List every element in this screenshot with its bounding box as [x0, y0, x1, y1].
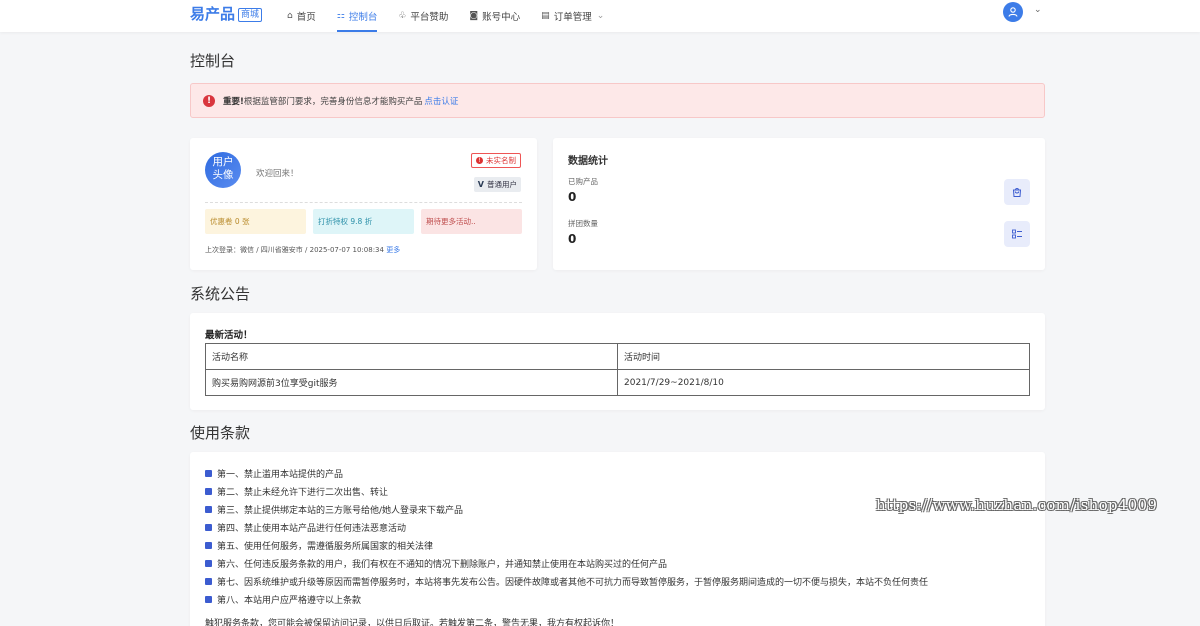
- watermark: https://www.huzhan.com/ishop4009: [876, 496, 1158, 514]
- list-item: 第六、任何违反服务条款的用户，我们有权在不通知的情况下删除账户，并通知禁止使用在…: [205, 557, 667, 570]
- notice-heading: 最新活动！: [205, 330, 253, 341]
- alert-strong: 重要!: [223, 96, 244, 107]
- user-icon: [1008, 7, 1018, 17]
- nav-item-orders[interactable]: ▤ 订单管理 ⌄: [541, 0, 604, 32]
- coupon-chip: 优惠卷 0 张: [205, 209, 306, 234]
- nav-item-label: 控制台: [348, 12, 378, 23]
- checkbox-icon: [205, 524, 212, 531]
- terms-footer: 触犯服务条款，您可能会被保留访问记录，以供日后取证。若触发第二条，警告无果，我方…: [205, 619, 620, 626]
- shopping-bag-icon: [1004, 179, 1030, 205]
- terms-card: 第一、禁止滥用本站提供的产品 第二、禁止未经允许下进行二次出售、转让 第三、禁止…: [190, 452, 1045, 626]
- brand-logo[interactable]: 易产品 商城: [190, 3, 263, 24]
- discount-chip: 打折特权 9.8 折: [313, 209, 414, 234]
- user-level-label: 普通用户: [487, 180, 517, 189]
- stats-card: 数据统计 已购产品 0 拼团数量 0: [553, 138, 1045, 270]
- nav-item-label: 平台赞助: [410, 12, 449, 23]
- divider: [205, 202, 522, 203]
- verify-status-label: 未实名制: [486, 156, 516, 165]
- checkbox-icon: [205, 470, 212, 477]
- chevron-down-icon: ⌄: [596, 11, 605, 21]
- last-login-info: 上次登录：微信 / 四川省雅安市 / 2025-07-07 10:08:34 更…: [205, 245, 400, 255]
- list-item: 第七、因系统维护或升级等原因而需暂停服务时，本站将事先发布公告。因硬件故障或者其…: [205, 575, 928, 588]
- sponsor-icon: ♧: [398, 11, 407, 21]
- user-avatar-button[interactable]: [1003, 2, 1023, 22]
- list-check-icon: [1004, 221, 1030, 247]
- table-cell: 2021/7/29~2021/8/10: [617, 369, 1030, 396]
- checkbox-icon: [205, 596, 212, 603]
- user-card: 用户 头像 欢迎回来！ ! 未实名制 V 普通用户 优惠卷 0 张 打折特权 9…: [190, 138, 537, 270]
- avatar: 用户 头像: [205, 152, 241, 188]
- terms-section-title: 使用条款: [190, 424, 251, 442]
- checkbox-icon: [205, 506, 212, 513]
- alert-icon: !: [203, 94, 215, 107]
- chevron-down-icon[interactable]: ⌄: [1034, 5, 1042, 15]
- table-header: 活动时间: [617, 343, 1030, 370]
- term-text: 第八、本站用户应严格遵守以上条款: [217, 596, 362, 606]
- list-item: 第三、禁止提供绑定本站的三方账号给他/她人登录来下载产品: [205, 503, 463, 516]
- term-text: 第六、任何违反服务条款的用户，我们有权在不通知的情况下删除账户，并通知禁止使用在…: [217, 560, 668, 570]
- brand-name: 易产品: [190, 5, 236, 23]
- list-item: 第八、本站用户应严格遵守以上条款: [205, 593, 361, 606]
- nav-item-dashboard[interactable]: ⚏ 控制台: [336, 0, 378, 32]
- stats-title: 数据统计: [568, 156, 608, 167]
- user-level-badge: V 普通用户: [473, 177, 521, 192]
- checkbox-icon: [205, 488, 212, 495]
- nav-item-label: 首页: [296, 12, 316, 23]
- purchased-label: 已购产品: [568, 177, 598, 186]
- account-icon: ◙: [469, 11, 479, 21]
- main-nav: ⌂ 首页 ⚏ 控制台 ♧ 平台赞助 ◙ 账号中心 ▤ 订单管理 ⌄: [287, 0, 625, 32]
- table-cell: 购买易购网源前3位享受git服务: [205, 369, 618, 396]
- group-buy-label: 拼团数量: [568, 219, 598, 228]
- purchased-value: 0: [568, 190, 577, 204]
- term-text: 第七、因系统维护或升级等原因而需暂停服务时，本站将事先发布公告。因硬件故障或者其…: [217, 578, 929, 588]
- list-item: 第五、使用任何服务，需遵循服务所属国家的相关法律: [205, 539, 433, 552]
- alert-icon: !: [476, 157, 483, 164]
- list-item: 第一、禁止滥用本站提供的产品: [205, 467, 343, 480]
- alert-text: 根据监管部门要求，完善身份信息才能购买产品: [243, 96, 423, 107]
- top-navbar: 易产品 商城 ⌂ 首页 ⚏ 控制台 ♧ 平台赞助 ◙ 账号中心 ▤ 订单管理 ⌄ …: [0, 0, 1200, 32]
- nav-item-label: 订单管理: [553, 12, 592, 23]
- checkbox-icon: [205, 542, 212, 549]
- checkbox-icon: [205, 578, 212, 585]
- term-text: 第五、使用任何服务，需遵循服务所属国家的相关法律: [217, 542, 434, 552]
- verify-link[interactable]: 点击认证: [424, 95, 458, 107]
- orders-icon: ▤: [541, 11, 550, 21]
- term-text: 第二、禁止未经允许下进行二次出售、转让: [217, 488, 389, 498]
- more-link[interactable]: 更多: [386, 246, 400, 254]
- group-buy-value: 0: [568, 232, 577, 246]
- term-text: 第一、禁止滥用本站提供的产品: [217, 470, 344, 480]
- term-text: 第四、禁止使用本站产品进行任何违法恶意活动: [217, 524, 407, 534]
- dashboard-icon: ⚏: [336, 11, 345, 21]
- list-item: 第二、禁止未经允许下进行二次出售、转让: [205, 485, 388, 498]
- home-icon: ⌂: [287, 11, 293, 21]
- nav-item-sponsor[interactable]: ♧ 平台赞助: [398, 0, 448, 32]
- last-login-text: 上次登录：微信 / 四川省雅安市 / 2025-07-07 10:08:34: [205, 246, 384, 254]
- verification-alert: ! 重要! 根据监管部门要求，完善身份信息才能购买产品 点击认证: [190, 83, 1045, 118]
- verify-status-badge: ! 未实名制: [471, 153, 521, 168]
- nav-item-label: 账号中心: [482, 12, 521, 23]
- notice-section-title: 系统公告: [190, 285, 251, 303]
- notice-card: 最新活动！ 活动名称 活动时间 购买易购网源前3位享受git服务 2021/7/…: [190, 313, 1045, 410]
- activities-chip: 期待更多活动..: [421, 209, 522, 234]
- table-header: 活动名称: [205, 343, 618, 370]
- checkbox-icon: [205, 560, 212, 567]
- activity-table: 活动名称 活动时间 购买易购网源前3位享受git服务 2021/7/29~202…: [205, 343, 1030, 396]
- nav-item-account[interactable]: ◙ 账号中心: [469, 0, 520, 32]
- nav-item-home[interactable]: ⌂ 首页: [287, 0, 316, 32]
- page-title: 控制台: [190, 52, 236, 70]
- term-text: 第三、禁止提供绑定本站的三方账号给他/她人登录来下载产品: [217, 506, 464, 516]
- brand-badge: 商城: [238, 8, 263, 22]
- vip-icon: V: [477, 180, 484, 189]
- welcome-text: 欢迎回来！: [256, 169, 299, 179]
- table-header-row: 活动名称 活动时间: [205, 343, 1030, 370]
- table-row: 购买易购网源前3位享受git服务 2021/7/29~2021/8/10: [205, 369, 1030, 396]
- list-item: 第四、禁止使用本站产品进行任何违法恶意活动: [205, 521, 406, 534]
